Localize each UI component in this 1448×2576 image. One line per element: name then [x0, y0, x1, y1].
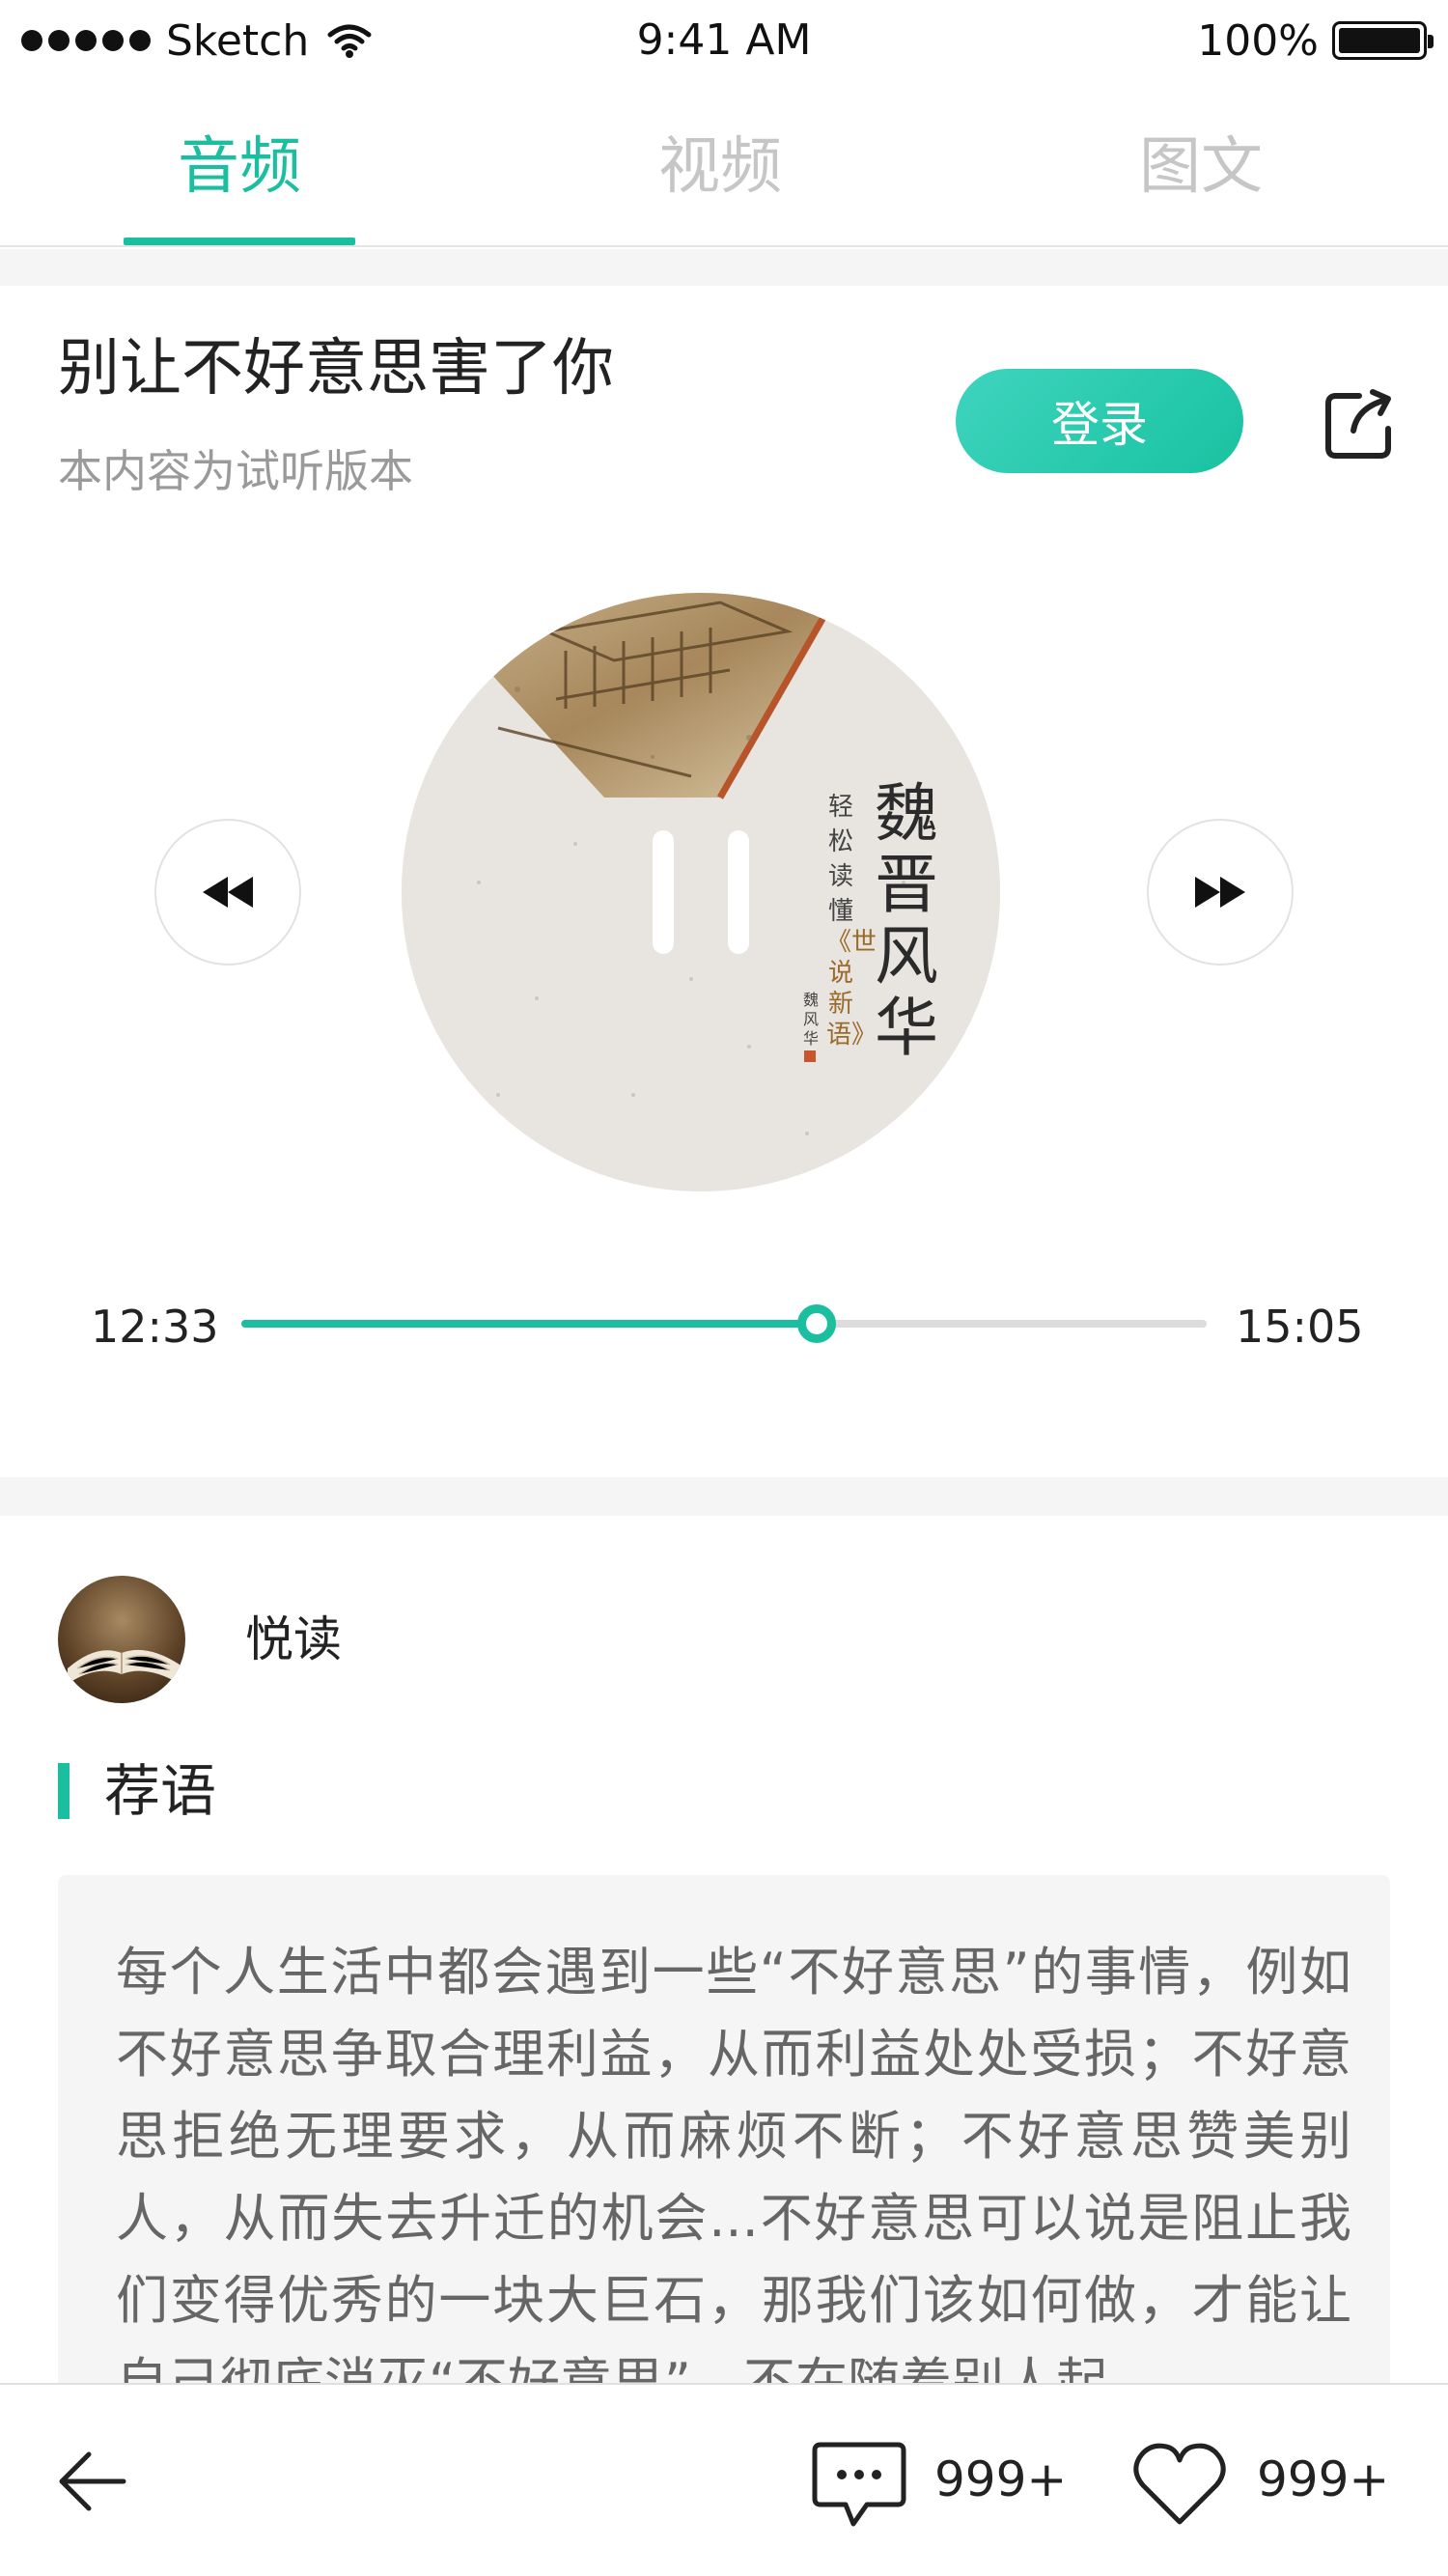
divider-band [0, 1477, 1448, 1516]
avatar[interactable] [58, 1576, 185, 1703]
tab-bar: 音频 视频 图文 [0, 97, 1448, 247]
comment-icon[interactable] [811, 2439, 907, 2532]
comment-count[interactable]: 999+ [934, 2449, 1067, 2510]
status-bar: Sketch 9:41 AM 100% [0, 0, 1448, 83]
progress-track[interactable] [241, 1304, 1207, 1343]
share-icon[interactable] [1321, 386, 1398, 463]
battery-icon [1332, 21, 1434, 60]
battery-percent: 100% [1197, 15, 1319, 66]
seal-stamp [804, 1050, 816, 1062]
rewind-button[interactable] [154, 819, 301, 966]
album-cover[interactable]: 魏晋风华 轻松读懂 《世说新语》 魏风华 [402, 593, 1000, 1191]
recommend-text: 每个人生活中都会遇到一些“不好意思”的事情，例如不好意思争取合理利益，从而利益处… [116, 1942, 1351, 2396]
current-time: 12:33 [91, 1301, 219, 1353]
book-avatar-icon [58, 1576, 185, 1703]
tab-article[interactable]: 图文 [1056, 124, 1346, 210]
status-right: 100% [1197, 14, 1434, 68]
bottom-bar: 999+ 999+ [0, 2383, 1448, 2576]
audio-title: 别让不好意思害了你 [58, 333, 614, 405]
section-title: 荐语 [104, 1758, 217, 1824]
pause-icon[interactable] [653, 830, 749, 954]
section-accent-bar [58, 1763, 70, 1819]
total-time: 15:05 [1236, 1301, 1364, 1353]
divider-band [0, 249, 1448, 286]
progress-fill [241, 1320, 817, 1328]
cover-title: 魏晋风华 [875, 776, 938, 1065]
like-count[interactable]: 999+ [1257, 2449, 1389, 2510]
cover-author: 魏风华 [802, 991, 819, 1048]
cover-subtitle: 轻松读懂 [827, 793, 853, 926]
tab-audio[interactable]: 音频 [95, 124, 384, 210]
audio-subtitle: 本内容为试听版本 [58, 445, 413, 497]
tab-video[interactable]: 视频 [575, 124, 865, 210]
author-name[interactable]: 悦读 [245, 1609, 342, 1670]
cover-book-name: 《世说新语》 [826, 928, 877, 1050]
fast-forward-icon [1195, 877, 1245, 908]
fast-forward-button[interactable] [1147, 819, 1294, 966]
back-arrow-icon[interactable] [56, 2445, 129, 2518]
login-button[interactable]: 登录 [956, 369, 1243, 473]
rewind-icon [203, 877, 253, 908]
progress-thumb[interactable] [797, 1304, 836, 1343]
recommend-box: 每个人生活中都会遇到一些“不好意思”的事情，例如不好意思争取合理利益，从而利益处… [58, 1875, 1390, 2396]
heart-icon[interactable] [1131, 2439, 1228, 2528]
tab-active-indicator [124, 238, 355, 245]
